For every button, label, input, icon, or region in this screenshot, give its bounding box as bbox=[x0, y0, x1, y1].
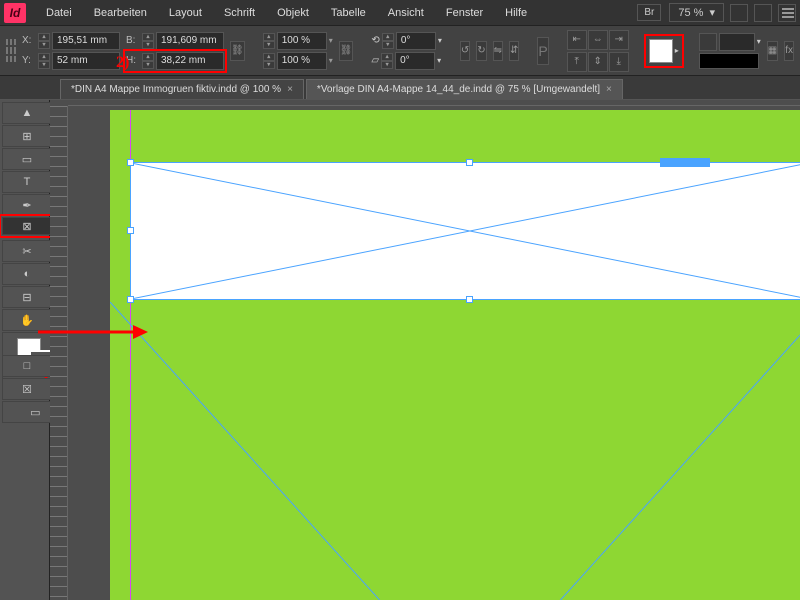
fill-swatch[interactable] bbox=[649, 39, 673, 63]
page-artboard[interactable] bbox=[110, 110, 800, 600]
scale-y-field[interactable]: 100 % bbox=[277, 52, 327, 70]
ruler-vertical[interactable] bbox=[50, 106, 68, 600]
hand-tool[interactable]: ✋ bbox=[2, 309, 52, 331]
align-top-icon[interactable]: ⤒ bbox=[567, 52, 587, 72]
bridge-button[interactable]: Br bbox=[637, 4, 661, 21]
app-logo: Id bbox=[4, 3, 26, 23]
workspace-switcher[interactable] bbox=[778, 4, 796, 22]
h-field[interactable]: 38,22 mm bbox=[156, 52, 224, 70]
resize-handle[interactable] bbox=[127, 159, 134, 166]
menu-hilfe[interactable]: Hilfe bbox=[495, 3, 537, 23]
resize-handle[interactable] bbox=[127, 296, 134, 303]
apply-none-icon[interactable]: ☒ bbox=[2, 378, 52, 400]
y-field[interactable]: 52 mm bbox=[52, 52, 120, 70]
shear-icon: ▱ bbox=[371, 55, 379, 66]
rotation-field[interactable]: 0° bbox=[396, 32, 436, 50]
constrain-wh-icon[interactable]: ⛓ bbox=[230, 41, 245, 61]
resize-handle[interactable] bbox=[466, 296, 473, 303]
menu-tabelle[interactable]: Tabelle bbox=[321, 3, 376, 23]
rectangle-frame-tool[interactable]: ⊠ bbox=[2, 217, 52, 235]
menu-datei[interactable]: Datei bbox=[36, 3, 82, 23]
chevron-down-icon: ▾ bbox=[709, 6, 715, 19]
menu-bearbeiten[interactable]: Bearbeiten bbox=[84, 3, 157, 23]
rotate-ccw-icon[interactable]: ↺ bbox=[460, 41, 470, 61]
resize-handle[interactable] bbox=[660, 158, 710, 167]
drop-shadow-icon[interactable]: ▦ bbox=[767, 41, 778, 61]
align-bottom-icon[interactable]: ⤓ bbox=[609, 52, 629, 72]
effects-fx-icon[interactable]: fx bbox=[784, 41, 794, 61]
type-tool[interactable]: T bbox=[2, 171, 52, 193]
x-label: X: bbox=[22, 35, 36, 46]
ruler-horizontal[interactable] bbox=[68, 100, 800, 106]
content-collector-tool[interactable]: ▭ bbox=[2, 148, 52, 170]
align-left-icon[interactable]: ⇤ bbox=[567, 30, 587, 50]
align-mid-icon[interactable]: ⇕ bbox=[588, 52, 608, 72]
stroke-weight-icon[interactable] bbox=[699, 33, 717, 51]
formatting-container-icon[interactable]: □ bbox=[2, 355, 52, 377]
page-tool[interactable]: ⊞ bbox=[2, 125, 52, 147]
annotation-step-2: 2) bbox=[116, 54, 129, 72]
arrange-icon[interactable] bbox=[754, 4, 772, 22]
shear-field[interactable]: 0° bbox=[395, 52, 435, 70]
align-center-icon[interactable]: ⇔ bbox=[588, 30, 608, 50]
stroke-style[interactable] bbox=[699, 53, 759, 69]
align-right-icon[interactable]: ⇥ bbox=[609, 30, 629, 50]
stroke-weight-field[interactable] bbox=[719, 33, 755, 51]
zoom-value: 75 % bbox=[678, 7, 703, 19]
toolbox: ▲ △ ⊞ ↔ ▭ ▣ T ╲ ✒ ✎ ⊠ ▭ ✂ ⬚ ◐ ▦ ⊟ ✎ ✋ 🔍 … bbox=[0, 100, 50, 600]
close-icon[interactable]: × bbox=[287, 84, 293, 95]
constrain-scale-icon[interactable]: ⛓ bbox=[339, 41, 354, 61]
rectangle-frame[interactable] bbox=[130, 162, 800, 300]
scale-x-field[interactable]: 100 % bbox=[277, 32, 327, 50]
y-label: Y: bbox=[22, 55, 36, 66]
menu-objekt[interactable]: Objekt bbox=[267, 3, 319, 23]
tab-1-label: *DIN A4 Mappe Immogruen fiktiv.indd @ 10… bbox=[71, 84, 281, 95]
menu-ansicht[interactable]: Ansicht bbox=[378, 3, 434, 23]
rotate-icon: ⟲ bbox=[371, 35, 379, 46]
document-tab-1[interactable]: *DIN A4 Mappe Immogruen fiktiv.indd @ 10… bbox=[60, 79, 304, 99]
resize-handle[interactable] bbox=[127, 227, 134, 234]
rotate-cw-icon[interactable]: ↻ bbox=[476, 41, 486, 61]
scissors-tool[interactable]: ✂ bbox=[2, 240, 52, 262]
selection-tool[interactable]: ▲ bbox=[2, 102, 52, 124]
menu-fenster[interactable]: Fenster bbox=[436, 3, 493, 23]
reference-point-grid[interactable] bbox=[6, 39, 16, 63]
pen-tool[interactable]: ✒ bbox=[2, 194, 52, 216]
flip-v-icon[interactable]: ⇵ bbox=[509, 41, 519, 61]
close-icon[interactable]: × bbox=[606, 84, 612, 95]
screen-mode-icon[interactable] bbox=[730, 4, 748, 22]
w-label: B: bbox=[126, 35, 140, 46]
canvas[interactable] bbox=[50, 100, 800, 600]
resize-handle[interactable] bbox=[466, 159, 473, 166]
gradient-swatch-tool[interactable]: ◐ bbox=[2, 263, 52, 285]
note-tool[interactable]: ⊟ bbox=[2, 286, 52, 308]
document-tab-2[interactable]: *Vorlage DIN A4-Mappe 14_44_de.indd @ 75… bbox=[306, 79, 623, 99]
menu-schrift[interactable]: Schrift bbox=[214, 3, 265, 23]
w-field[interactable]: 191,609 mm bbox=[156, 32, 224, 50]
swatch-dropdown-icon[interactable]: ▸ bbox=[675, 46, 679, 55]
x-field[interactable]: 195,51 mm bbox=[52, 32, 120, 50]
menu-layout[interactable]: Layout bbox=[159, 3, 212, 23]
tab-2-label: *Vorlage DIN A4-Mappe 14_44_de.indd @ 75… bbox=[317, 84, 600, 95]
zoom-level[interactable]: 75 % ▾ bbox=[669, 3, 724, 22]
flip-h-icon[interactable]: ⇋ bbox=[493, 41, 503, 61]
paragraph-style-icon[interactable]: P bbox=[537, 37, 548, 65]
